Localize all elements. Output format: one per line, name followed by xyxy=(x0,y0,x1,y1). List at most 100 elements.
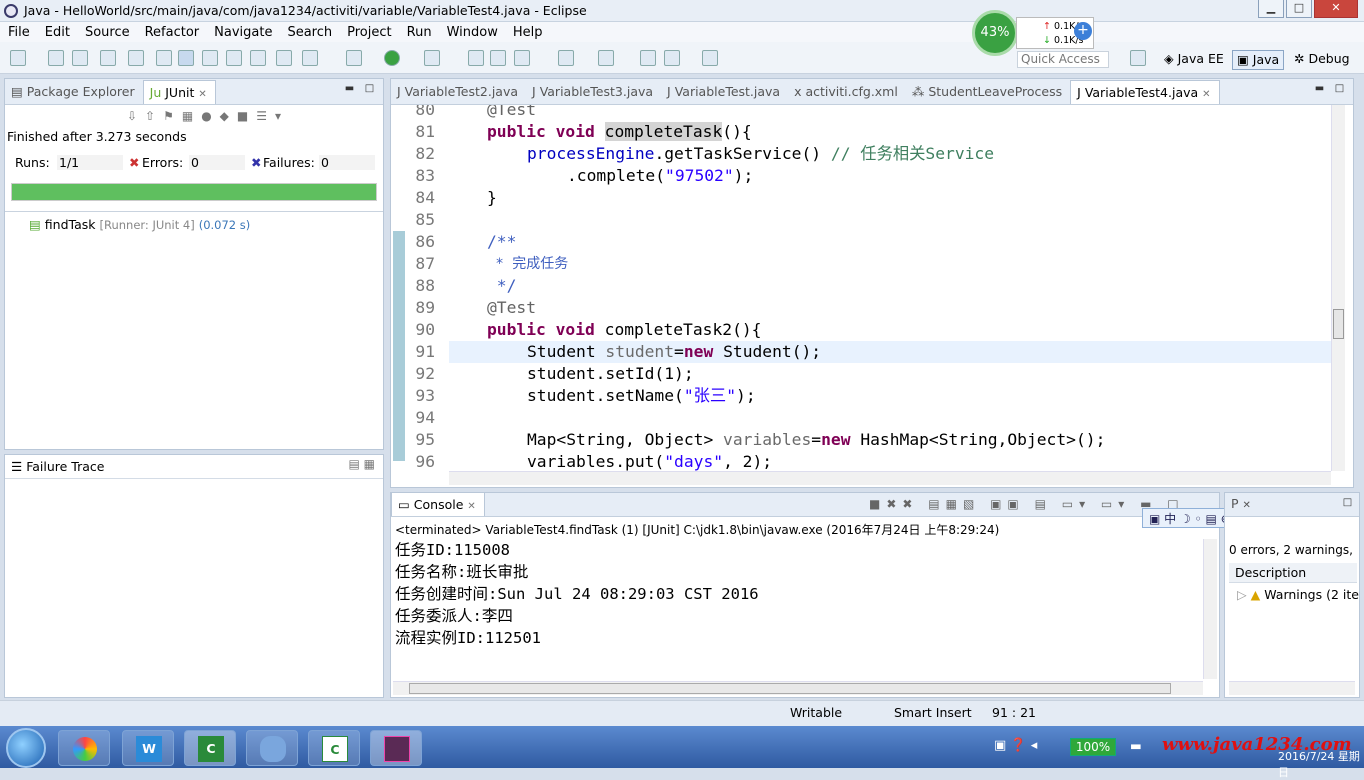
save-icon[interactable] xyxy=(48,50,64,66)
menu-run[interactable]: Run xyxy=(407,25,432,40)
close-tab-icon[interactable]: ✕ xyxy=(1202,89,1210,100)
new-java-project-icon[interactable] xyxy=(468,50,484,66)
minimize-view-icon[interactable]: ▬ xyxy=(344,84,355,95)
mark-occurrences-icon[interactable] xyxy=(178,50,194,66)
open-type-icon[interactable] xyxy=(156,50,172,66)
console-view: ▭ Console ✕ ■✖✖ ▤▦▧ ▣▣ ▤ ▭▾ ▭▾ ▬ □ <term… xyxy=(390,492,1220,698)
tab-package-explorer[interactable]: ▤ Package Explorer xyxy=(5,80,143,104)
block-select-icon[interactable] xyxy=(202,50,218,66)
print-icon[interactable] xyxy=(100,50,116,66)
editor-vscroll-thumb[interactable] xyxy=(1333,309,1344,339)
prev-annotation-icon[interactable] xyxy=(598,50,614,66)
tab-variabletest2[interactable]: J VariableTest2.java xyxy=(391,80,526,104)
server-icon[interactable] xyxy=(276,50,292,66)
maximize-view-icon[interactable]: □ xyxy=(1342,498,1353,509)
menu-search[interactable]: Search xyxy=(287,25,332,40)
open-perspective-icon[interactable] xyxy=(1130,50,1146,66)
new-icon[interactable] xyxy=(10,50,26,66)
net-plus-icon[interactable]: + xyxy=(1074,22,1092,40)
tab-studentleaveprocess[interactable]: ⁂ StudentLeaveProcess xyxy=(906,80,1070,104)
menu-navigate[interactable]: Navigate xyxy=(214,25,272,40)
minimize-button[interactable]: ▁ xyxy=(1258,0,1284,18)
back-icon[interactable] xyxy=(664,50,680,66)
refresh-icon[interactable] xyxy=(302,50,318,66)
whitespace-icon[interactable] xyxy=(226,50,242,66)
debug-icon[interactable] xyxy=(346,50,362,66)
console-hscroll-thumb[interactable] xyxy=(409,683,1171,694)
close-tab-icon[interactable]: ✕ xyxy=(1243,500,1251,511)
run-icon[interactable] xyxy=(384,50,400,66)
quick-access-input[interactable]: Quick Access xyxy=(1017,51,1109,68)
test-tree-item[interactable]: ▤ findTask [Runner: JUnit 4] (0.072 s) xyxy=(29,217,250,232)
console-vscroll[interactable] xyxy=(1203,539,1217,679)
warnings-tree-item[interactable]: ▷ ▲ Warnings (2 ite xyxy=(1237,587,1359,602)
ime-icon: ▣ xyxy=(1149,512,1161,526)
external-tools-icon[interactable] xyxy=(424,50,440,66)
close-button[interactable]: ✕ xyxy=(1314,0,1358,18)
menu-edit[interactable]: Edit xyxy=(45,25,70,40)
minimize-view-icon[interactable]: ▬ xyxy=(1314,84,1325,95)
editor-vscroll[interactable] xyxy=(1331,105,1345,471)
window-title: Java - HelloWorld/src/main/java/com/java… xyxy=(24,3,587,18)
close-tab-icon[interactable]: ✕ xyxy=(198,89,206,100)
maximize-view-icon[interactable]: □ xyxy=(1334,84,1345,95)
maximize-button[interactable]: □ xyxy=(1286,0,1312,18)
menu-source[interactable]: Source xyxy=(85,25,130,40)
line-number: 92 xyxy=(415,364,435,383)
console-hscroll[interactable] xyxy=(393,681,1203,695)
console-line: 流程实例ID:112501 xyxy=(395,629,541,647)
editor-hscroll[interactable] xyxy=(449,471,1331,485)
line-number: 90 xyxy=(415,320,435,339)
new-package-icon[interactable] xyxy=(490,50,506,66)
taskbar-app-dolphin-icon[interactable] xyxy=(246,730,298,766)
tab-variabletest[interactable]: J VariableTest.java xyxy=(661,80,788,104)
menu-refactor[interactable]: Refactor xyxy=(145,25,200,40)
maximize-view-icon[interactable]: □ xyxy=(364,84,375,95)
tab-junit[interactable]: Ju JUnit ✕ xyxy=(142,80,216,104)
forward-icon[interactable] xyxy=(702,50,718,66)
console-toolbar[interactable]: ■✖✖ ▤▦▧ ▣▣ ▤ ▭▾ ▭▾ ▬ □ xyxy=(869,497,1185,511)
show-whitespace-icon[interactable] xyxy=(250,50,266,66)
next-annotation-icon[interactable] xyxy=(558,50,574,66)
taskbar-camtasia-icon[interactable]: C xyxy=(184,730,236,766)
menu-file[interactable]: File xyxy=(8,25,30,40)
menu-window[interactable]: Window xyxy=(447,25,498,40)
problems-column-header[interactable]: Description xyxy=(1229,563,1357,583)
taskbar-app-color-icon[interactable] xyxy=(58,730,110,766)
line-number: 86 xyxy=(415,232,435,251)
perspective-debug[interactable]: ✲ Debug xyxy=(1290,50,1354,70)
perspective-java[interactable]: ▣ Java xyxy=(1232,50,1285,70)
taskbar-app-w-icon[interactable]: W xyxy=(122,730,174,766)
code-line: .complete("97502"); xyxy=(567,166,754,185)
tab-console[interactable]: ▭ Console ✕ xyxy=(391,492,485,516)
save-all-icon[interactable] xyxy=(72,50,88,66)
code-editor[interactable]: 80 @Test 81 public void completeTask(){ 82… xyxy=(391,105,1353,471)
console-output: 任务ID:115008 任务名称:班长审批 任务创建时间:Sun Jul 24 … xyxy=(395,539,759,649)
new-class-icon[interactable] xyxy=(514,50,530,66)
battery-indicator[interactable]: 100% xyxy=(1070,738,1116,756)
stack-filter-icon[interactable]: ▤ ▦ xyxy=(349,457,376,471)
close-tab-icon[interactable]: ✕ xyxy=(467,501,475,512)
taskbar-date[interactable]: 2016/7/24 星期日 xyxy=(1278,748,1364,780)
taskbar-camtasia2-icon[interactable]: C xyxy=(308,730,360,766)
problems-hscroll[interactable] xyxy=(1229,681,1355,695)
chevron-right-icon: ▷ xyxy=(1237,587,1247,602)
line-number: 85 xyxy=(415,210,435,229)
taskbar-eclipse-icon[interactable] xyxy=(370,730,422,766)
power-icon[interactable]: ▬ xyxy=(1130,738,1142,753)
tab-variabletest4[interactable]: J VariableTest4.java ✕ xyxy=(1070,80,1220,104)
menu-help[interactable]: Help xyxy=(513,25,543,40)
tab-activiti-cfg[interactable]: x activiti.cfg.xml xyxy=(788,80,906,104)
menu-project[interactable]: Project xyxy=(347,25,391,40)
status-insert-mode: Smart Insert xyxy=(894,705,972,720)
failure-trace-icon: ☰ xyxy=(11,459,23,474)
pin-icon[interactable] xyxy=(128,50,144,66)
tab-variabletest3[interactable]: J VariableTest3.java xyxy=(526,80,661,104)
perspective-java-ee[interactable]: ◈ Java EE xyxy=(1160,50,1228,70)
windows-start-button[interactable] xyxy=(6,728,46,768)
junit-toolbar[interactable]: ⇩⇧⚑▦●◆■☰▾ xyxy=(127,109,289,123)
last-edit-icon[interactable] xyxy=(640,50,656,66)
tab-problems[interactable]: P ✕ xyxy=(1225,492,1259,516)
tray-icons[interactable]: ▣ ❓ ◂ xyxy=(994,738,1037,753)
code-line: @Test xyxy=(487,298,537,317)
